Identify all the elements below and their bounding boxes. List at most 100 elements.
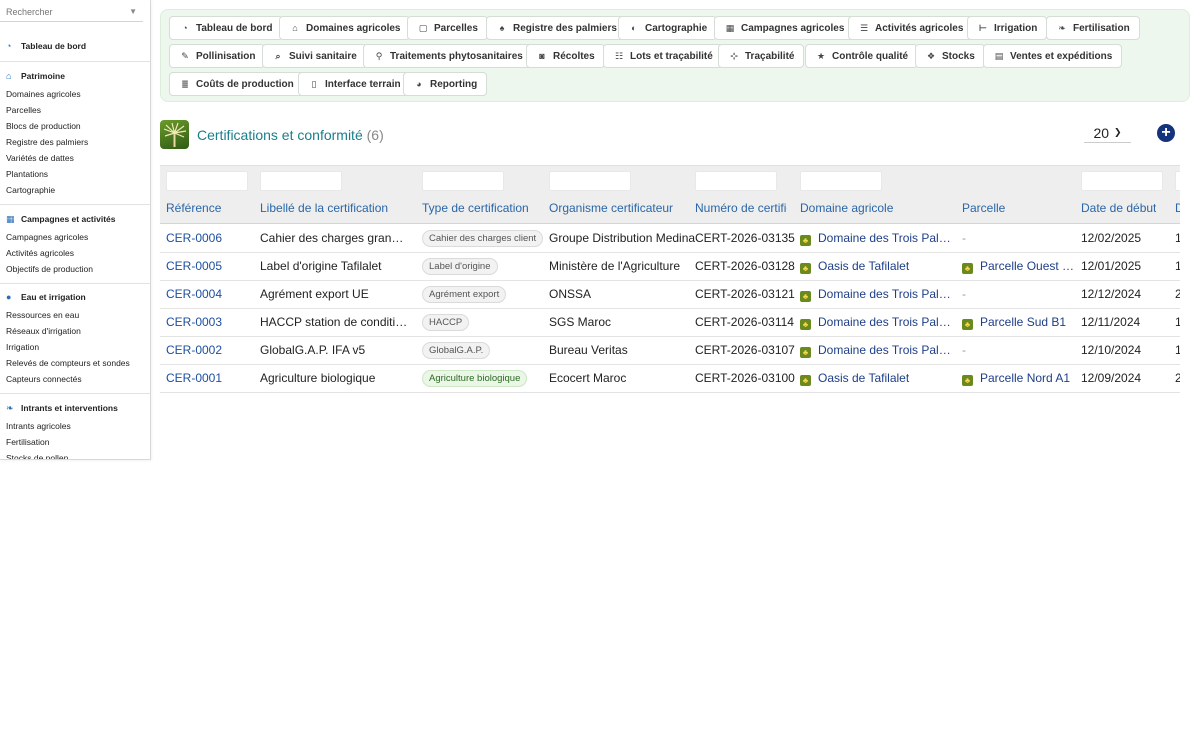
table-row[interactable]: CER-0004 Agrément export UE Agrément exp… (160, 281, 1180, 309)
column-header-date-debut[interactable]: Date de début (1081, 201, 1156, 215)
sidebar-search[interactable]: ▼ (0, 2, 143, 22)
nav-parcelles[interactable]: ▢ Parcelles (407, 16, 488, 40)
table-row[interactable]: CER-0002 GlobalG.A.P. IFA v5 GlobalG.A.P… (160, 337, 1180, 365)
nav-cartographie[interactable]: ◐ Cartographie (618, 16, 718, 40)
nav-irrigation[interactable]: ⊢ Irrigation (967, 16, 1048, 40)
filter-reference[interactable] (166, 171, 248, 191)
domain-link[interactable]: Domaine des Trois Palmiers (818, 343, 952, 357)
sidebar-item-registre[interactable]: Registre des palmiers (0, 134, 150, 150)
sidebar-item-activites[interactable]: Activités agricoles (0, 245, 150, 261)
filter-organisme[interactable] (549, 171, 631, 191)
estate-icon: ⌂ (6, 71, 12, 81)
nav-tracabilite[interactable]: ⊹ Traçabilité (718, 44, 805, 68)
table-row[interactable]: CER-0006 Cahier des charges grande distr… (160, 225, 1180, 253)
filter-libelle[interactable] (260, 171, 342, 191)
column-header-d[interactable]: D (1175, 201, 1180, 215)
cell-reference[interactable]: CER-0006 (166, 231, 222, 245)
chevron-down-icon[interactable]: ▼ (129, 7, 137, 16)
nav-recoltes[interactable]: ◙ Récoltes (526, 44, 605, 68)
sidebar-item-fertilisation[interactable]: Fertilisation (0, 434, 150, 450)
sidebar-item-campagnes[interactable]: Campagnes agricoles (0, 229, 150, 245)
cell-reference[interactable]: CER-0001 (166, 371, 222, 385)
filter-d[interactable] (1175, 171, 1180, 191)
sidebar-item-cartographie[interactable]: Cartographie (0, 182, 150, 198)
cell-domaine[interactable]: ♣ Oasis de Tafilalet (800, 259, 952, 274)
cell-reference[interactable]: CER-0005 (166, 259, 222, 273)
column-header-libelle[interactable]: Libellé de la certification (260, 201, 388, 215)
cell-domaine[interactable]: ♣ Domaine des Trois Palmiers (800, 287, 952, 302)
nav-campagnes-agricoles[interactable]: ▦ Campagnes agricoles (714, 16, 855, 40)
sidebar-item-plantations[interactable]: Plantations (0, 166, 150, 182)
filter-type[interactable] (422, 171, 504, 191)
nav-controle-qualite[interactable]: ★ Contrôle qualité (805, 44, 919, 68)
sidebar-item-domaines[interactable]: Domaines agricoles (0, 86, 150, 102)
parcel-link[interactable]: Parcelle Ouest D1 (980, 259, 1077, 273)
domain-link[interactable]: Domaine des Trois Palmiers (818, 231, 952, 245)
filter-domaine[interactable] (800, 171, 882, 191)
column-header-reference[interactable]: Référence (166, 201, 221, 215)
cell-reference[interactable]: CER-0004 (166, 287, 222, 301)
sidebar-item-objectifs[interactable]: Objectifs de production (0, 261, 150, 277)
cell-domaine[interactable]: ♣ Domaine des Trois Palmiers (800, 315, 952, 330)
nav-tableau-de-bord[interactable]: ◔ Tableau de bord (169, 16, 283, 40)
sidebar-item-parcelles[interactable]: Parcelles (0, 102, 150, 118)
list-icon: ☰ (859, 22, 869, 33)
nav-interface-terrain[interactable]: ▯ Interface terrain (298, 72, 411, 96)
sidebar-item-capteurs[interactable]: Capteurs connectés (0, 371, 150, 387)
domain-link[interactable]: Oasis de Tafilalet (818, 371, 909, 385)
filter-date-debut[interactable] (1081, 171, 1163, 191)
table-row[interactable]: CER-0005 Label d'origine Tafilalet Label… (160, 253, 1180, 281)
column-header-domaine[interactable]: Domaine agricole (800, 201, 893, 215)
cell-parcelle[interactable]: ♣ Parcelle Ouest D1 (962, 259, 1077, 274)
nav-label: Campagnes agricoles (741, 22, 845, 34)
domain-link[interactable]: Domaine des Trois Palmiers (818, 287, 952, 301)
cell-reference[interactable]: CER-0002 (166, 343, 222, 357)
sidebar-item-ressources[interactable]: Ressources en eau (0, 307, 150, 323)
column-header-parcelle[interactable]: Parcelle (962, 201, 1005, 215)
parcel-link[interactable]: Parcelle Nord A1 (980, 371, 1070, 385)
column-header-numero[interactable]: Numéro de certificat (695, 201, 787, 215)
domain-link[interactable]: Oasis de Tafilalet (818, 259, 909, 273)
sidebar-item-intrants[interactable]: Intrants agricoles (0, 418, 150, 434)
nav-domaines-agricoles[interactable]: ⌂ Domaines agricoles (279, 16, 411, 40)
sidebar-item-reseaux[interactable]: Réseaux d'irrigation (0, 323, 150, 339)
nav-registre-palmiers[interactable]: ♠ Registre des palmiers (486, 16, 627, 40)
nav-reporting[interactable]: ◕ Reporting (403, 72, 488, 96)
cell-domaine[interactable]: ♣ Domaine des Trois Palmiers (800, 231, 952, 246)
parcel-link[interactable]: Parcelle Sud B1 (980, 315, 1066, 329)
cell-reference[interactable]: CER-0003 (166, 315, 222, 329)
nav-suivi-sanitaire[interactable]: ⌕ Suivi sanitaire (262, 44, 367, 68)
per-page-select[interactable]: 20 ❯ (1084, 123, 1131, 143)
nav-pollinisation[interactable]: ✎ Pollinisation (169, 44, 266, 68)
nav-activites-agricoles[interactable]: ☰ Activités agricoles (848, 16, 974, 40)
nav-couts-production[interactable]: ≣ Coûts de production (169, 72, 304, 96)
sidebar-item-stocks-pollen[interactable]: Stocks de pollen (0, 450, 150, 459)
nav-stocks[interactable]: ❖ Stocks (915, 44, 985, 68)
sidebar-dashboard[interactable]: ◔ Tableau de bord (0, 39, 150, 53)
sidebar-item-releves[interactable]: Relevés de compteurs et sondes (0, 355, 150, 371)
nav-lots-tracabilite[interactable]: ☷ Lots et traçabilité (603, 44, 723, 68)
sidebar-item-irrigation[interactable]: Irrigation (0, 339, 150, 355)
cell-parcelle[interactable]: ♣ Parcelle Nord A1 (962, 371, 1077, 386)
sidebar-item-varietes[interactable]: Variétés de dattes (0, 150, 150, 166)
table-row[interactable]: CER-0003 HACCP station de conditionnemen… (160, 309, 1180, 337)
nav-ventes-expeditions[interactable]: ▤ Ventes et expéditions (983, 44, 1123, 68)
nav-label: Fertilisation (1073, 22, 1130, 34)
table-row[interactable]: CER-0001 Agriculture biologique Agricult… (160, 365, 1180, 393)
nav-label: Suivi sanitaire (289, 50, 357, 62)
add-record-button[interactable]: + (1157, 124, 1175, 142)
sidebar-item-blocs[interactable]: Blocs de production (0, 118, 150, 134)
column-header-organisme[interactable]: Organisme certificateur (549, 201, 673, 215)
cell-domaine[interactable]: ♣ Oasis de Tafilalet (800, 371, 952, 386)
cell-parcelle[interactable]: ♣ Parcelle Sud B1 (962, 315, 1077, 330)
nav-label: Traçabilité (745, 50, 795, 62)
nav-traitements-phyto[interactable]: ⚲ Traitements phytosanitaires (363, 44, 533, 68)
nav-fertilisation[interactable]: ❧ Fertilisation (1046, 16, 1140, 40)
filter-numero[interactable] (695, 171, 777, 191)
column-header-type[interactable]: Type de certification (422, 201, 529, 215)
search-input[interactable] (0, 3, 125, 21)
cell-domaine[interactable]: ♣ Domaine des Trois Palmiers (800, 343, 952, 358)
cell-numero: CERT-2026-03135 (695, 231, 795, 245)
cell-d: 1 (1175, 315, 1180, 329)
domain-link[interactable]: Domaine des Trois Palmiers (818, 315, 952, 329)
